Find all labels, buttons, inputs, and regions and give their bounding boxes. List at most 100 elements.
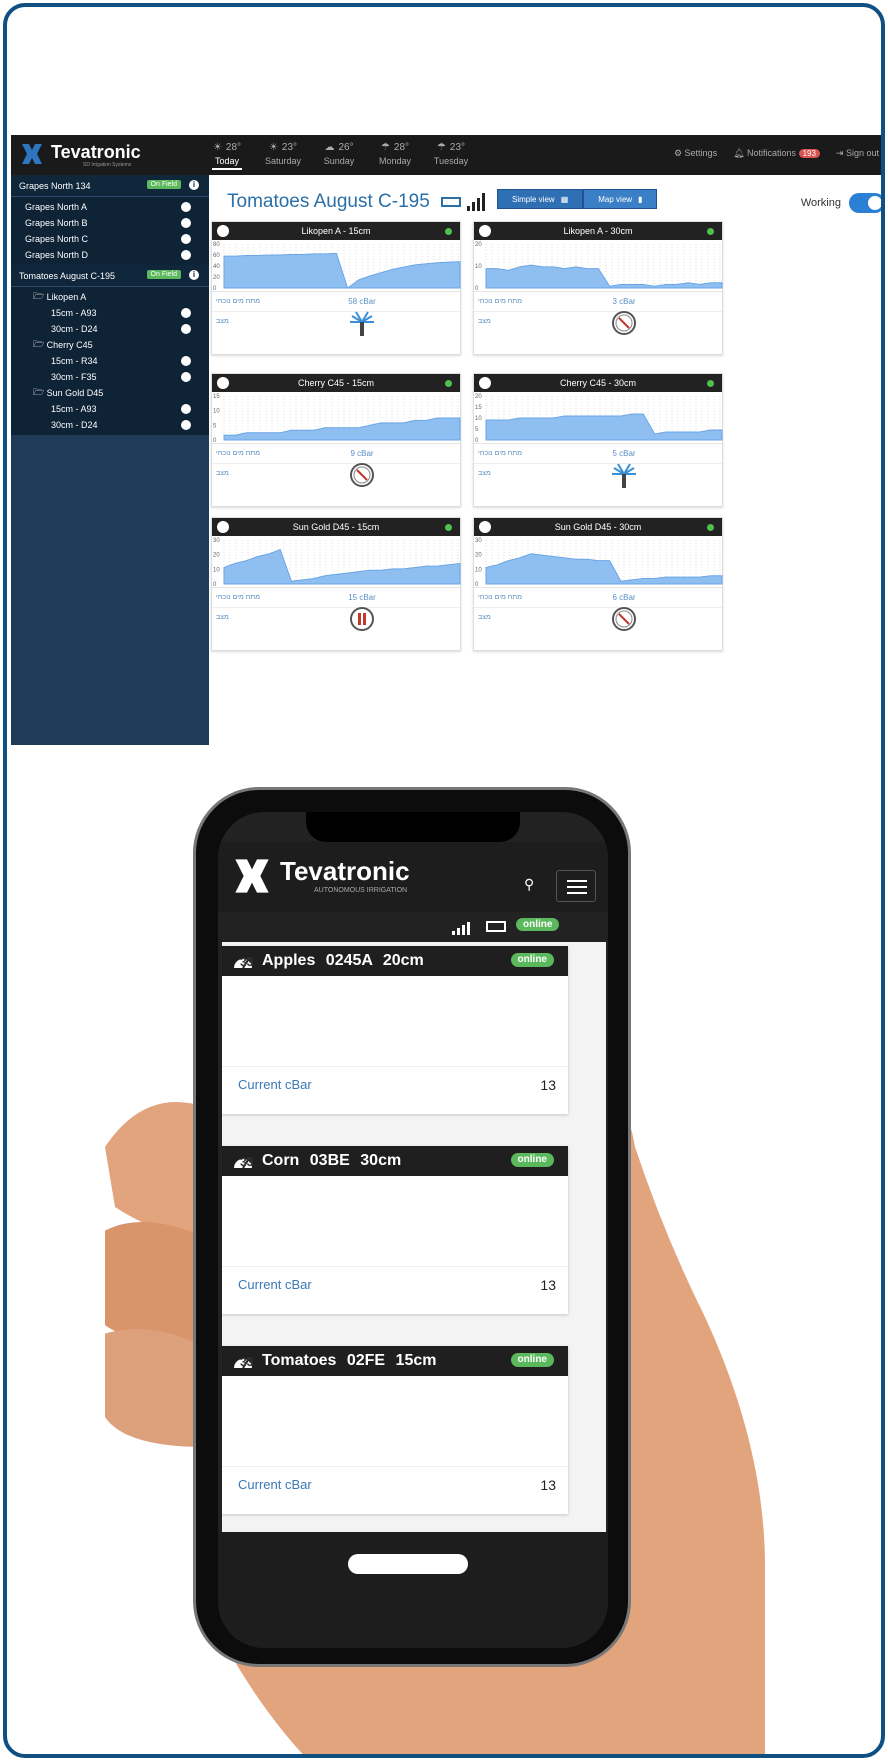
gear-icon: ⚙ (673, 148, 685, 158)
tension-label: מתח מים נוכחי (478, 594, 523, 601)
sensor-card[interactable]: Cherry C45 - 30cm 20 15 10 5 0 מתח מים נוכחי… (473, 373, 723, 507)
online-badge: online (510, 1353, 554, 1367)
weather-day-3[interactable]: ☂ 28° Monday (367, 138, 423, 167)
main-panel: Tomatoes August C-195 Simple view ▦ Map v… (209, 175, 881, 745)
working-toggle[interactable] (849, 193, 881, 213)
card-value-row: מתח מים נוכחי 5 cBar (474, 444, 722, 464)
brand-name: Tevatronic (51, 142, 141, 162)
card-value-row: מתח מים נוכחי 9 cBar (212, 444, 460, 464)
card-name: Apples (262, 952, 316, 969)
status-label: מצב (216, 318, 229, 325)
status-dot (445, 228, 452, 235)
search-icon[interactable]: ⚲ (524, 876, 534, 893)
y-tick-label: 5 (213, 423, 217, 429)
info-icon[interactable]: i (189, 180, 199, 190)
card-depth: 15cm (395, 1352, 437, 1369)
weather-day-1[interactable]: ☀ 23° Saturday (255, 138, 311, 167)
y-tick-label: 30 (213, 538, 220, 544)
phone-screen: Tevatronic AUTONOMOUS IRRIGATION ⚲ onlin… (218, 812, 608, 1648)
simple-view-button[interactable]: Simple view ▦ (497, 189, 584, 209)
y-tick-label: 20 (213, 553, 220, 559)
folder-icon: 🗁 (33, 339, 47, 349)
weather-day-0[interactable]: ☀ 28° Today (199, 138, 255, 170)
card-header: Cherry C45 - 15cm (212, 374, 460, 392)
info-icon[interactable]: i (189, 270, 199, 280)
card-chart: 30 20 10 0 (212, 536, 461, 588)
tension-value: 15 cBar (348, 593, 376, 602)
weather-day-2[interactable]: ☁ 26° Sunday (311, 138, 367, 167)
sidebar-item[interactable]: 15cm - A93 (11, 401, 209, 417)
sidebar-folder[interactable]: 🗁 Cherry C45 (11, 337, 209, 353)
signal-icon (467, 192, 486, 211)
weather-day-4[interactable]: ☂ 23° Tuesday (423, 138, 479, 167)
sidebar-item[interactable]: 30cm - F35 (11, 369, 209, 385)
sidebar-group-grapes[interactable]: Grapes North 134 On Field i (11, 175, 209, 197)
phone-sensor-card[interactable]: 33200 Tomatoes 02FE 15cm online Current … (222, 1346, 568, 1514)
desktop-app: Tevatronic SD Irrigation Systems ☀ 28° To… (11, 135, 881, 745)
sidebar-group-tomatoes[interactable]: Tomatoes August C-195 On Field i (11, 265, 209, 287)
signal-icon (452, 922, 470, 935)
sidebar-item[interactable]: Grapes North B (11, 215, 209, 231)
y-tick-label: 33 (240, 955, 254, 969)
sensor-icon (181, 218, 191, 228)
phone-sensor-card[interactable]: 33200 Apples 0245A 20cm online Current c… (222, 946, 568, 1114)
status-dot (445, 524, 452, 531)
map-view-button[interactable]: Map view ▮ (583, 189, 658, 209)
cloud-icon: ☁ (324, 141, 335, 153)
phone-brand-logo[interactable]: Tevatronic AUTONOMOUS IRRIGATION (230, 856, 410, 903)
top-bar: Tevatronic SD Irrigation Systems ☀ 28° To… (11, 135, 881, 175)
sidebar-folder[interactable]: 🗁 Likopen A (11, 289, 209, 305)
sidebar-item[interactable]: 30cm - D24 (11, 417, 209, 433)
chart-svg: 3020100 (213, 538, 461, 588)
sensor-icon (181, 420, 191, 430)
current-cbar-value: 13 (540, 1077, 556, 1093)
sidebar-folder[interactable]: 🗁 Sun Gold D45 (11, 385, 209, 401)
y-tick-label: 20 (213, 275, 220, 281)
sensor-icon (479, 377, 491, 389)
sidebar-item[interactable]: Grapes North C (11, 231, 209, 247)
online-badge: online (510, 1153, 554, 1167)
on-field-badge: On Field (146, 270, 181, 279)
phone-sensor-card[interactable]: 33200 Corn 03BE 30cm online Current cBar… (222, 1146, 568, 1314)
card-header: Likopen A - 30cm (474, 222, 722, 240)
sensor-card[interactable]: Cherry C45 - 15cm 15 10 5 0 מתח מים נוכחי 9 … (211, 373, 461, 507)
signout-link[interactable]: ⇥ Sign out (836, 148, 879, 159)
gauge-icon: 33200 (234, 955, 254, 969)
settings-link[interactable]: ⚙ Settings (674, 148, 717, 159)
signout-icon: ⇥ (835, 148, 846, 158)
card-chart: 30 20 10 0 (474, 536, 723, 588)
sensor-icon (217, 521, 229, 533)
sidebar-item[interactable]: 15cm - A93 (11, 305, 209, 321)
phone-card-chart (222, 1376, 568, 1466)
sensor-card[interactable]: Sun Gold D45 - 30cm 30 20 10 0 מתח מים נוכח… (473, 517, 723, 651)
hamburger-menu-button[interactable] (556, 870, 596, 902)
card-title: Sun Gold D45 - 15cm (292, 522, 380, 532)
battery-icon (441, 196, 462, 207)
current-cbar-value: 13 (540, 1277, 556, 1293)
tension-label: מתח מים נוכחי (216, 450, 261, 457)
sidebar-item[interactable]: 15cm - R34 (11, 353, 209, 369)
status-label: מצב (478, 614, 491, 621)
sidebar-item[interactable]: Grapes North D (11, 247, 209, 263)
phone-card-footer: Current cBar 13 (222, 1466, 568, 1514)
phone-notch (306, 812, 520, 842)
sensor-card[interactable]: Likopen A - 30cm 20 10 0 מתח מים נוכחי 3 cB… (473, 221, 723, 355)
outer-frame: Tevatronic SD Irrigation Systems ☀ 28° To… (3, 3, 885, 1758)
notifications-link[interactable]: 🔔︎ Notifications 193 (733, 148, 820, 159)
y-tick-label: 20 (475, 242, 482, 248)
tension-label: מתח מים נוכחי (478, 450, 523, 457)
home-indicator[interactable] (348, 1554, 468, 1574)
y-tick-label: 15 (475, 405, 482, 411)
status-dot (707, 524, 714, 531)
sprinkler-icon (348, 310, 376, 343)
sidebar-item[interactable]: Grapes North A (11, 199, 209, 215)
area-series (485, 553, 723, 585)
sensor-icon (181, 356, 191, 366)
chart-svg: 3020100 (475, 538, 723, 588)
sidebar-item[interactable]: 30cm - D24 (11, 321, 209, 337)
y-tick-label: 10 (213, 567, 220, 573)
sensor-card[interactable]: Sun Gold D45 - 15cm 30 20 10 0 מתח מים נוכח… (211, 517, 461, 651)
brand-logo[interactable]: Tevatronic SD Irrigation Systems (19, 142, 199, 168)
sensor-card[interactable]: Likopen A - 15cm 80 60 40 20 0 מתח מים נוכחי… (211, 221, 461, 355)
notification-count-badge: 193 (798, 149, 820, 158)
